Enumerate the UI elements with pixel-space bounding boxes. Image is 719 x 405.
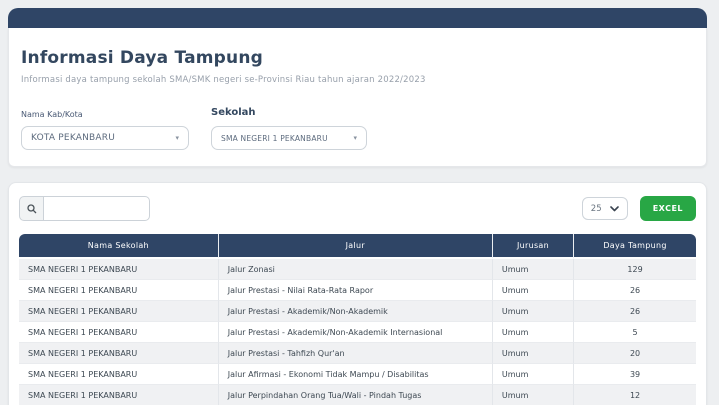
column-header-jalur[interactable]: Jalur (219, 234, 493, 259)
table-row[interactable]: SMA NEGERI 1 PEKANBARUJalur Prestasi - N… (19, 280, 696, 301)
kabkota-label: Nama Kab/Kota (21, 110, 189, 119)
chevron-down-icon (610, 206, 619, 212)
table-cell-jurusan: Umum (493, 259, 574, 280)
table-cell-daya-tampung: 12 (574, 385, 696, 405)
info-card: Informasi Daya Tampung Informasi daya ta… (8, 28, 707, 167)
table-cell-jalur: Jalur Prestasi - Nilai Rata-Rata Rapor (219, 280, 493, 301)
sekolah-select[interactable]: SMA NEGERI 1 PEKANBARU ▾ (211, 126, 367, 150)
table-cell-nama-sekolah: SMA NEGERI 1 PEKANBARU (19, 259, 219, 280)
table-cell-jurusan: Umum (493, 322, 574, 343)
search-icon-box (19, 196, 44, 221)
table-cell-jalur: Jalur Perpindahan Orang Tua/Wali - Pinda… (219, 385, 493, 405)
filter-group-sekolah: Sekolah SMA NEGERI 1 PEKANBARU ▾ (211, 107, 367, 150)
table-card: 25 EXCEL Nama Sekolah Jalur Jurusan Daya… (8, 182, 707, 405)
table-cell-daya-tampung: 129 (574, 259, 696, 280)
card-top-navy-bar (8, 8, 707, 28)
table-cell-jalur: Jalur Afirmasi - Ekonomi Tidak Mampu / D… (219, 364, 493, 385)
filters-row: Nama Kab/Kota KOTA PEKANBARU ▾ Sekolah S… (21, 107, 692, 150)
table-cell-jurusan: Umum (493, 385, 574, 405)
table-row[interactable]: SMA NEGERI 1 PEKANBARUJalur Afirmasi - E… (19, 364, 696, 385)
table-cell-jalur: Jalur Prestasi - Tahfizh Qur'an (219, 343, 493, 364)
table-row[interactable]: SMA NEGERI 1 PEKANBARUJalur Prestasi - T… (19, 343, 696, 364)
table-cell-nama-sekolah: SMA NEGERI 1 PEKANBARU (19, 364, 219, 385)
table-cell-daya-tampung: 26 (574, 280, 696, 301)
table-toolbar: 25 EXCEL (19, 196, 696, 221)
table-row[interactable]: SMA NEGERI 1 PEKANBARUJalur ZonasiUmum12… (19, 259, 696, 280)
table-cell-jurusan: Umum (493, 364, 574, 385)
table-cell-nama-sekolah: SMA NEGERI 1 PEKANBARU (19, 343, 219, 364)
kabkota-selected-value: KOTA PEKANBARU (31, 133, 115, 143)
table-cell-nama-sekolah: SMA NEGERI 1 PEKANBARU (19, 385, 219, 405)
excel-export-button[interactable]: EXCEL (640, 196, 696, 221)
search-input[interactable] (44, 196, 150, 221)
table-cell-jalur: Jalur Prestasi - Akademik/Non-Akademik (219, 301, 493, 322)
page-title: Informasi Daya Tampung (21, 48, 692, 68)
table-cell-jurusan: Umum (493, 343, 574, 364)
filter-group-kabkota: Nama Kab/Kota KOTA PEKANBARU ▾ (21, 110, 189, 150)
page-size-select[interactable]: 25 (582, 197, 628, 220)
table-cell-nama-sekolah: SMA NEGERI 1 PEKANBARU (19, 301, 219, 322)
table-cell-daya-tampung: 26 (574, 301, 696, 322)
table-header: Nama Sekolah Jalur Jurusan Daya Tampung (19, 234, 696, 259)
table-cell-jurusan: Umum (493, 301, 574, 322)
table-cell-jurusan: Umum (493, 280, 574, 301)
table-body: SMA NEGERI 1 PEKANBARUJalur ZonasiUmum12… (19, 259, 696, 405)
capacity-table: Nama Sekolah Jalur Jurusan Daya Tampung … (19, 234, 696, 405)
page-container: Informasi Daya Tampung Informasi daya ta… (8, 8, 707, 405)
column-header-daya-tampung[interactable]: Daya Tampung (574, 234, 696, 259)
column-header-jurusan[interactable]: Jurusan (493, 234, 574, 259)
search-group (19, 196, 150, 221)
table-cell-daya-tampung: 5 (574, 322, 696, 343)
caret-down-icon: ▾ (353, 135, 357, 142)
info-card-body: Informasi Daya Tampung Informasi daya ta… (9, 28, 706, 166)
page-size-value: 25 (591, 204, 602, 214)
sekolah-label: Sekolah (211, 107, 367, 118)
toolbar-right: 25 EXCEL (582, 196, 696, 221)
search-icon (27, 204, 37, 214)
table-cell-jalur: Jalur Zonasi (219, 259, 493, 280)
sekolah-selected-value: SMA NEGERI 1 PEKANBARU (221, 134, 328, 143)
table-cell-nama-sekolah: SMA NEGERI 1 PEKANBARU (19, 280, 219, 301)
column-header-nama-sekolah[interactable]: Nama Sekolah (19, 234, 219, 259)
table-row[interactable]: SMA NEGERI 1 PEKANBARUJalur Prestasi - A… (19, 301, 696, 322)
table-cell-jalur: Jalur Prestasi - Akademik/Non-Akademik I… (219, 322, 493, 343)
table-row[interactable]: SMA NEGERI 1 PEKANBARUJalur Perpindahan … (19, 385, 696, 405)
page-subtitle: Informasi daya tampung sekolah SMA/SMK n… (21, 75, 692, 85)
caret-down-icon: ▾ (175, 135, 179, 142)
table-row[interactable]: SMA NEGERI 1 PEKANBARUJalur Prestasi - A… (19, 322, 696, 343)
table-cell-daya-tampung: 39 (574, 364, 696, 385)
table-cell-nama-sekolah: SMA NEGERI 1 PEKANBARU (19, 322, 219, 343)
kabkota-select[interactable]: KOTA PEKANBARU ▾ (21, 126, 189, 150)
table-cell-daya-tampung: 20 (574, 343, 696, 364)
